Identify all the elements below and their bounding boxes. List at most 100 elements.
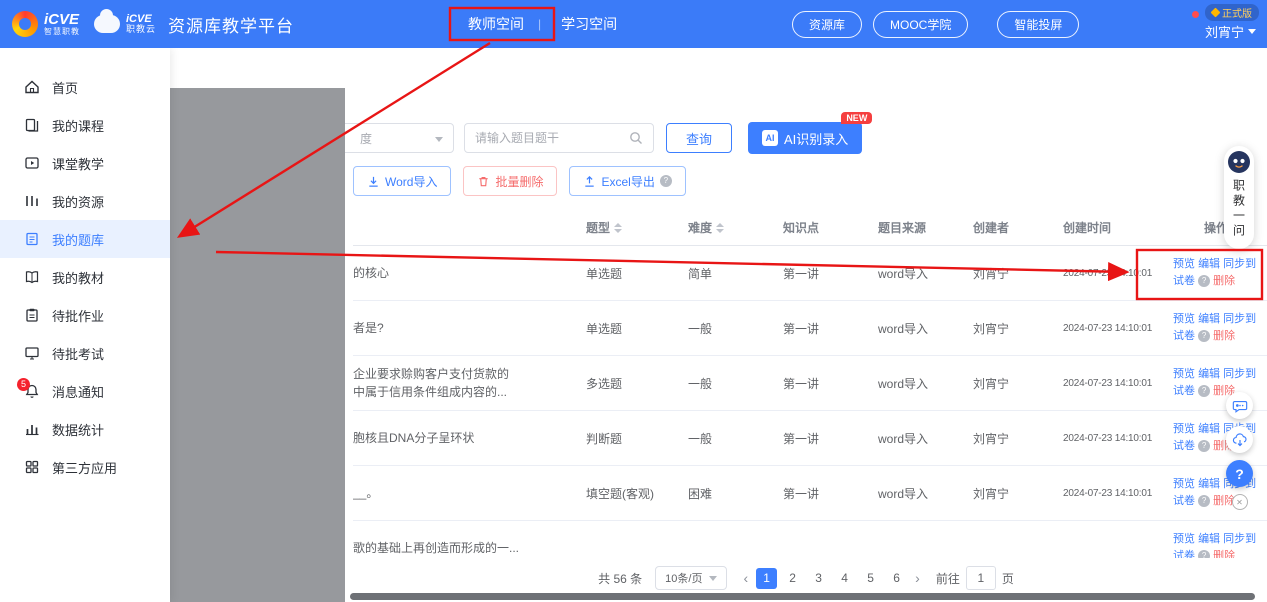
cell-created: 2024-07-23 14:10:01 — [1055, 488, 1165, 499]
cell-difficulty: 一般 — [680, 430, 775, 447]
smart-cast-button[interactable]: 智能投屏 — [997, 11, 1079, 38]
sidebar-item-third-party-apps[interactable]: 第三方应用 — [0, 448, 170, 486]
page-6-button[interactable]: 6 — [886, 568, 907, 589]
homework-icon — [24, 307, 40, 323]
sidebar-item-classroom-teaching[interactable]: 课堂教学 — [0, 144, 170, 182]
sidebar-item-question-bank[interactable]: 我的题库 — [0, 220, 170, 258]
nav-teacher-space[interactable]: 教师空间 — [462, 14, 524, 34]
query-button[interactable]: 查询 — [666, 123, 732, 153]
page-size-select[interactable]: 10条/页 — [655, 566, 727, 590]
sidebar-item-home[interactable]: 首页 — [0, 68, 170, 106]
preview-link[interactable]: 预览 — [1173, 258, 1195, 270]
help-button[interactable]: ? — [1226, 460, 1253, 487]
next-page-button[interactable]: › — [912, 570, 923, 586]
column-header-type: 题型 — [586, 219, 610, 236]
preview-link[interactable]: 预览 — [1173, 533, 1195, 545]
cell-created: 2024-07-23 14:10:01 — [1055, 433, 1165, 444]
cell-source: word导入 — [870, 485, 965, 502]
edit-link[interactable]: 编辑 — [1198, 258, 1220, 270]
sidebar-item-exams-to-grade[interactable]: 待批考试 — [0, 334, 170, 372]
edit-link[interactable]: 编辑 — [1198, 533, 1220, 545]
excel-export-label: Excel导出 — [601, 173, 654, 190]
ai-button-label: AI识别录入 — [784, 129, 848, 148]
edit-link[interactable]: 编辑 — [1198, 423, 1220, 435]
sidebar-item-my-courses[interactable]: 我的课程 — [0, 106, 170, 144]
cell-creator: 刘宵宁 — [965, 485, 1055, 502]
sidebar-item-label: 待批考试 — [52, 344, 104, 363]
help-icon[interactable]: ? — [1198, 495, 1210, 507]
qa-tab-label: 职教一问 — [1231, 179, 1248, 239]
logo-primary-sub: 智慧职教 — [44, 28, 80, 36]
help-icon[interactable]: ? — [1198, 330, 1210, 342]
cell-difficulty: 简单 — [680, 265, 775, 282]
help-icon[interactable]: ? — [1198, 275, 1210, 287]
excel-export-button[interactable]: Excel导出 ? — [569, 166, 685, 196]
chevron-down-icon — [709, 576, 717, 581]
goto-prefix: 前往 — [936, 570, 960, 587]
apps-icon[interactable] — [1176, 14, 1196, 34]
delete-link[interactable]: 删除 — [1213, 550, 1235, 558]
resource-library-button[interactable]: 资源库 — [792, 11, 862, 38]
table-row: 胞核且DNA分子呈环状 判断题 一般 第一讲 word导入 刘宵宁 2024-0… — [353, 411, 1267, 466]
edit-link[interactable]: 编辑 — [1198, 313, 1220, 325]
cell-type: 单选题 — [578, 265, 680, 282]
qa-assistant-tab[interactable]: 职教一问 — [1224, 146, 1254, 249]
sidebar-item-statistics[interactable]: 数据统计 — [0, 410, 170, 448]
edit-link[interactable]: 编辑 — [1198, 368, 1220, 380]
upload-icon — [583, 175, 596, 188]
preview-link[interactable]: 预览 — [1173, 478, 1195, 490]
page-5-button[interactable]: 5 — [860, 568, 881, 589]
close-floating-button[interactable]: ✕ — [1232, 494, 1248, 510]
cell-created: 2024-07-23 14:10:01 — [1055, 323, 1165, 334]
page-2-button[interactable]: 2 — [782, 568, 803, 589]
top-band — [170, 48, 1267, 88]
horizontal-scrollbar[interactable] — [350, 593, 1255, 600]
goto-page-input[interactable] — [966, 566, 996, 590]
cell-source: word导入 — [870, 265, 965, 282]
preview-link[interactable]: 预览 — [1173, 368, 1195, 380]
page-1-button[interactable]: 1 — [756, 568, 777, 589]
table-row: 企业要求赊购客户支付货款的 中属于信用条件组成内容的... 多选题 一般 第一讲… — [353, 356, 1267, 411]
prev-page-button[interactable]: ‹ — [740, 570, 751, 586]
sort-icons[interactable] — [716, 223, 724, 233]
help-icon[interactable]: ? — [660, 175, 672, 187]
sidebar: 首页 我的课程 课堂教学 我的资源 我的题库 我的教材 待批作业 待批考试 5 … — [0, 48, 170, 602]
customer-service-button[interactable] — [1226, 392, 1253, 419]
sidebar-item-label: 课堂教学 — [52, 154, 104, 173]
column-header-creator: 创建者 — [965, 219, 1055, 236]
page-4-button[interactable]: 4 — [834, 568, 855, 589]
nav-learning-space[interactable]: 学习空间 — [555, 14, 617, 34]
cell-difficulty: 一般 — [680, 320, 775, 337]
sidebar-item-my-textbooks[interactable]: 我的教材 — [0, 258, 170, 296]
cell-creator: 刘宵宁 — [965, 375, 1055, 392]
delete-link[interactable]: 删除 — [1213, 330, 1235, 342]
sidebar-item-label: 首页 — [52, 78, 78, 97]
sidebar-item-homework-to-grade[interactable]: 待批作业 — [0, 296, 170, 334]
cell-knowledge: 第一讲 — [775, 265, 870, 282]
preview-link[interactable]: 预览 — [1173, 423, 1195, 435]
ai-icon: AI — [762, 130, 778, 146]
cell-created: 2024-07-23 14:10:01 — [1055, 268, 1165, 279]
difficulty-select[interactable]: 度 — [345, 123, 454, 153]
cell-type: 多选题 — [578, 375, 680, 392]
page-3-button[interactable]: 3 — [808, 568, 829, 589]
mooc-college-button[interactable]: MOOC学院 — [873, 11, 968, 38]
cell-actions: 预览 编辑 同步到试卷 ? 删除 — [1165, 256, 1259, 290]
delete-link[interactable]: 删除 — [1213, 275, 1235, 287]
help-icon[interactable]: ? — [1198, 440, 1210, 452]
download-center-button[interactable] — [1226, 426, 1253, 453]
edit-link[interactable]: 编辑 — [1198, 478, 1220, 490]
help-icon[interactable]: ? — [1198, 550, 1210, 558]
ai-recognition-button[interactable]: AI AI识别录入 NEW — [748, 122, 862, 154]
help-icon[interactable]: ? — [1198, 385, 1210, 397]
batch-delete-button[interactable]: 批量删除 — [463, 166, 557, 196]
sidebar-item-my-resources[interactable]: 我的资源 — [0, 182, 170, 220]
search-input[interactable] — [475, 131, 629, 145]
goto-suffix: 页 — [1002, 570, 1014, 587]
user-menu[interactable]: 正式版 刘宵宁 — [1205, 4, 1259, 41]
sort-icons[interactable] — [614, 223, 622, 233]
preview-link[interactable]: 预览 — [1173, 313, 1195, 325]
table-row: 歌的基础上再创造而形成的一... 预览 编辑 同步到试卷 ? 删除 — [353, 521, 1267, 558]
word-import-button[interactable]: Word导入 — [353, 166, 451, 196]
sidebar-item-notifications[interactable]: 5 消息通知 — [0, 372, 170, 410]
